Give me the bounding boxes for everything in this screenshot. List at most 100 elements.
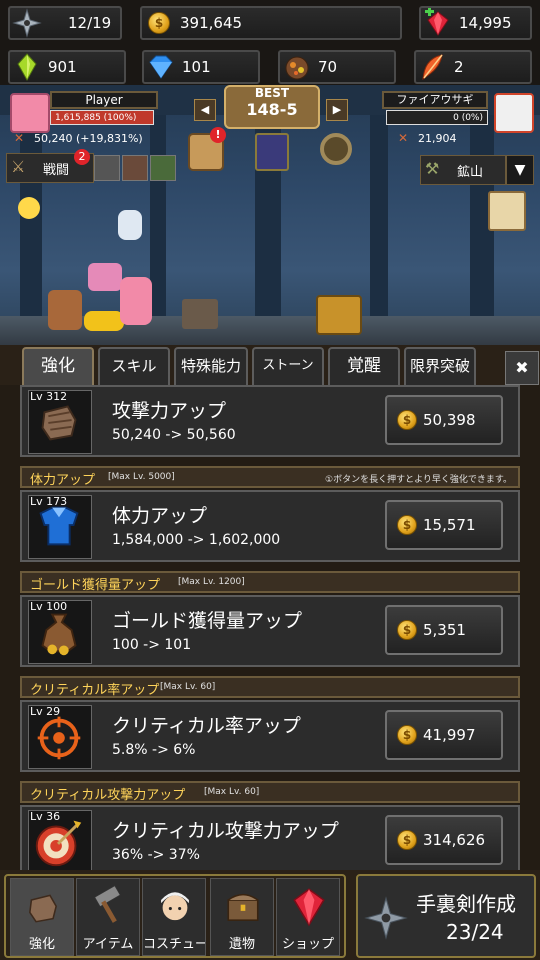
gold-coin-icon: $ [397,620,417,640]
monkey-hero [48,290,82,330]
section-header-crit-rate: クリティカル率アップ [Max Lv. 60] [20,676,520,698]
pickaxe-icon: ⚒ [425,159,440,178]
upgrade-cost: 50,398 [423,411,476,429]
ore-amount: 70 [318,58,338,76]
mine-button[interactable]: ⚒ 鉱山 [420,155,506,185]
upgrade-row-attack: Lv 312 攻撃力アップ 50,240 -> 50,560 $ 50,398 [20,385,520,457]
upgrade-buy-button[interactable]: $ 41,997 [385,710,503,760]
upgrade-level: Lv 312 [30,390,68,403]
gold-coin-icon: $ [397,830,417,850]
nav-items[interactable]: アイテム [76,878,140,956]
gem-amount: 14,995 [459,14,512,32]
shuriken-icon [12,8,42,38]
craft-count: 23/24 [446,920,504,944]
upgrade-level: Lv 29 [30,705,61,718]
party-slot[interactable] [94,155,120,181]
settings-gear-icon[interactable] [320,133,352,165]
section-header-hp: 体力アップ [Max Lv. 5000] ①ボタンを長く押すとより早く強化できま… [20,466,520,488]
upgrade-list[interactable]: Lv 312 攻撃力アップ 50,240 -> 50,560 $ 50,398 … [0,385,540,870]
next-stage-button[interactable]: ▶ [326,99,348,121]
tab-skill[interactable]: スキル [98,347,170,385]
player-name-plate: Player [50,91,158,109]
enemy-hp-bar: 0 (0%) [386,110,488,125]
tab-label: スキル [111,357,157,375]
upgrade-buy-button[interactable]: $ 314,626 [385,815,503,865]
mine-label: 鉱山 [457,165,484,180]
upgrade-title: クリティカル攻撃力アップ [112,820,339,842]
upgrade-buy-button[interactable]: $ 50,398 [385,395,503,445]
upgrade-cost: 15,571 [423,516,476,534]
shuriken-counter: 12/19 [8,6,122,40]
feather-counter: 2 [414,50,532,84]
relic-chest-icon [227,893,259,921]
nav-relics[interactable]: 遺物 [210,878,274,956]
hammer-icon [94,885,121,923]
nav-costume[interactable]: コスチューム [142,878,206,956]
upgrade-cost: 5,351 [423,621,466,639]
section-title: 体力アップ [30,473,96,488]
nav-label: コスチューム [143,937,205,952]
yellow-car [84,311,124,331]
fist-icon [29,894,57,923]
upgrade-stat: 50,240 -> 50,560 [112,427,236,443]
green-crystal-icon [17,53,37,82]
player-attack: 50,240 (+19,831%) [34,132,143,145]
shuriken-icon [364,896,408,940]
tab-label: ストーン [262,358,314,373]
nav-shop[interactable]: ショップ [276,878,340,956]
upgrade-row-crit-rate: Lv 29 クリティカル率アップ 5.8% -> 6% $ 41,997 [20,700,520,772]
upgrade-icon-box: Lv 29 [28,705,92,769]
gem-counter[interactable]: 14,995 [419,6,532,40]
gold-coin-icon: $ [397,410,417,430]
feather-amount: 2 [454,58,464,76]
close-icon: ✖ [515,358,529,377]
battle-label: 戦闘 [43,163,70,178]
section-title: クリティカル率アップ [30,683,160,698]
section-max-level: [Max Lv. 1200] [178,577,245,587]
upgrade-buy-button[interactable]: $ 15,571 [385,500,503,550]
section-title: クリティカル攻撃力アップ [30,788,186,803]
upgrade-level: Lv 100 [30,600,68,613]
gold-coin-icon: $ [397,725,417,745]
party-slot[interactable] [122,155,148,181]
upgrade-buy-button[interactable]: $ 5,351 [385,605,503,655]
gold-coin-icon: $ [144,8,174,38]
upgrade-row-gold: Lv 100 ゴールド獲得量アップ 100 -> 101 $ 5,351 [20,595,520,667]
craft-shuriken-button[interactable]: 手裏剣作成 23/24 [356,874,536,958]
upgrade-level: Lv 173 [30,495,68,508]
upgrade-stat: 36% -> 37% [112,847,200,863]
gold-counter: $ 391,645 [140,6,402,40]
chick-pet [18,197,40,219]
nav-label: 強化 [28,937,55,952]
book-icon[interactable] [255,133,289,171]
tab-limit-break[interactable]: 限界突破 [404,347,476,385]
upgrade-stat: 5.8% -> 6% [112,742,196,758]
upgrade-stat: 100 -> 101 [112,637,192,653]
checklist-icon[interactable] [488,191,526,231]
nav-enhance[interactable]: 強化 [10,878,74,956]
section-max-level: [Max Lv. 60] [160,682,216,692]
close-button[interactable]: ✖ [505,351,539,385]
tab-enhance[interactable]: 強化 [22,347,94,385]
ore-counter: 70 [278,50,396,84]
tab-special-ability[interactable]: 特殊能力 [174,347,248,385]
upgrade-icon-box: Lv 36 [28,810,92,870]
feather-icon [422,54,443,81]
craft-title: 手裏剣作成 [416,892,516,916]
shuriken-count: 12/19 [68,14,112,32]
mine-cart [182,299,218,329]
tab-stone[interactable]: ストーン [252,347,324,385]
best-label: BEST [254,86,290,100]
mine-dropdown-button[interactable]: ▼ [506,155,534,185]
enemy-hp-text: 0 (0%) [453,113,483,123]
player-avatar[interactable] [10,93,50,133]
prev-stage-button[interactable]: ◀ [194,99,216,121]
party-slot[interactable] [150,155,176,181]
tab-awakening[interactable]: 覚醒 [328,347,400,385]
nav-label: アイテム [82,937,134,952]
upgrade-title: ゴールド獲得量アップ [112,610,303,632]
ruby-icon [293,888,325,927]
section-header-gold: ゴールド獲得量アップ [Max Lv. 1200] [20,571,520,593]
treasure-chest[interactable] [316,295,362,335]
section-max-level: [Max Lv. 5000] [108,472,175,482]
